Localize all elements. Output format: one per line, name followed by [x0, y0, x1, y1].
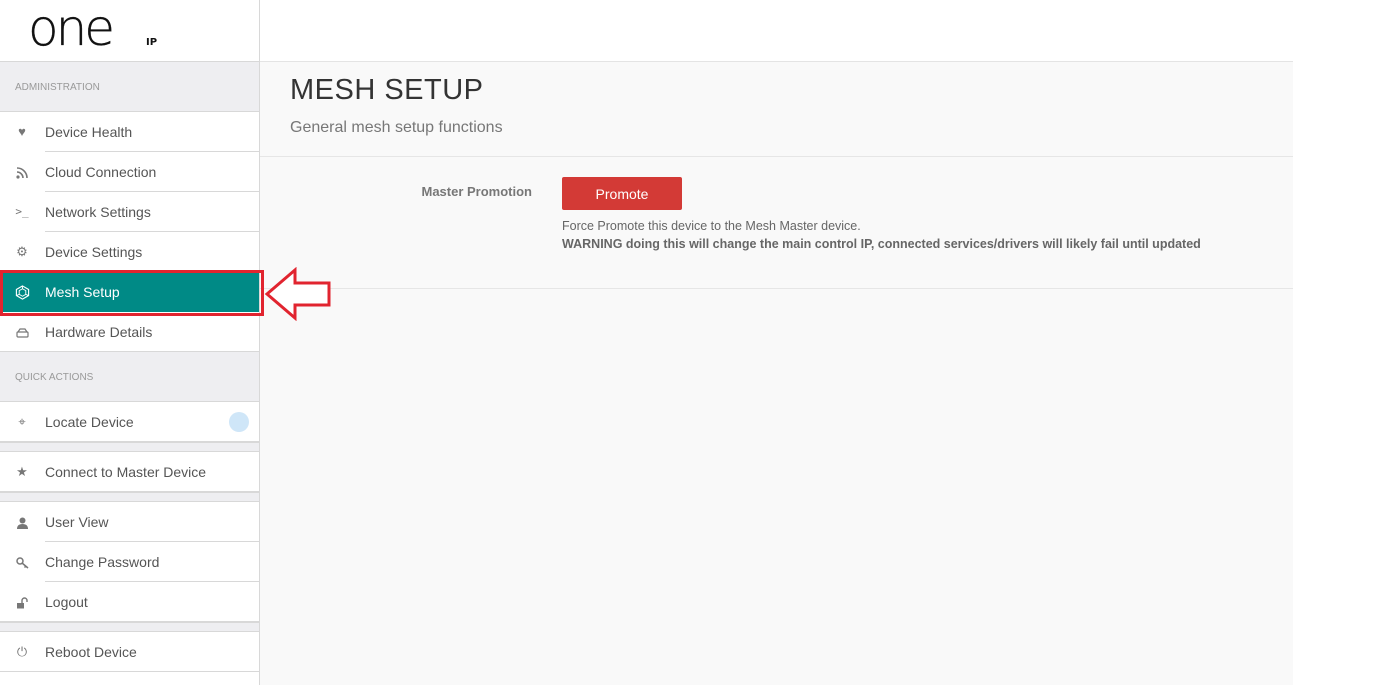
sidebar-gap: [0, 442, 259, 452]
page-title: MESH SETUP: [290, 74, 484, 106]
drive-icon: [13, 312, 31, 352]
sidebar-item-label: Mesh Setup: [45, 284, 120, 300]
gear-icon: ⚙: [16, 244, 28, 259]
sidebar-item-label: Cloud Connection: [45, 164, 157, 180]
top-bar: [260, 0, 1293, 62]
mesh-icon: [13, 272, 31, 312]
logo-sub-text: IP: [146, 37, 158, 48]
master-promotion-label: Master Promotion: [421, 184, 532, 199]
sidebar-item-label: Change Password: [45, 554, 160, 570]
sidebar-item-label: Logout: [45, 594, 88, 610]
promote-help-line: Force Promote this device to the Mesh Ma…: [562, 219, 861, 233]
sidebar-item-label: Device Settings: [45, 244, 143, 260]
sidebar-item-locate-device[interactable]: ⌖ Locate Device: [0, 402, 259, 442]
sidebar-item-label: Locate Device: [45, 414, 134, 430]
user-icon: [13, 502, 31, 542]
sidebar-item-change-password[interactable]: Change Password: [0, 542, 259, 582]
sidebar-item-label: Device Health: [45, 124, 133, 140]
key-icon: [13, 542, 31, 582]
sidebar-item-device-health[interactable]: ♥ Device Health: [0, 112, 259, 152]
sidebar-item-label: Network Settings: [45, 204, 151, 220]
sidebar-item-device-settings[interactable]: ⚙ Device Settings: [0, 232, 259, 272]
sidebar-item-hardware-details[interactable]: Hardware Details: [0, 312, 259, 352]
section-header-administration: ADMINISTRATION: [0, 62, 259, 112]
sidebar-item-reboot-device[interactable]: ⏻ Reboot Device: [0, 632, 259, 672]
sidebar: one IP ADMINISTRATION ♥ Device Health Cl…: [0, 0, 260, 685]
sidebar-item-label: Connect to Master Device: [45, 464, 207, 480]
locate-status-indicator: [229, 412, 249, 432]
page-subtitle: General mesh setup functions: [290, 119, 503, 136]
rss-icon: [13, 152, 31, 192]
terminal-icon: >_: [15, 205, 29, 218]
unlock-icon: [13, 582, 31, 622]
logo-text: one: [28, 0, 115, 57]
annotation-arrow-icon: [264, 267, 331, 321]
star-icon: ★: [16, 464, 28, 479]
sidebar-item-network-settings[interactable]: >_ Network Settings: [0, 192, 259, 232]
promote-button[interactable]: Promote: [562, 177, 682, 210]
sidebar-item-label: Reboot Device: [45, 644, 137, 660]
section-header-quick-actions: QUICK ACTIONS: [0, 352, 259, 402]
divider: [260, 288, 1293, 289]
sidebar-item-label: User View: [45, 514, 109, 530]
logo: one IP: [0, 0, 259, 62]
sidebar-item-label: Hardware Details: [45, 324, 153, 340]
sidebar-item-cloud-connection[interactable]: Cloud Connection: [0, 152, 259, 192]
sidebar-item-mesh-setup[interactable]: Mesh Setup: [0, 272, 259, 312]
sidebar-gap: [0, 492, 259, 502]
promote-help-text: Force Promote this device to the Mesh Ma…: [562, 217, 1201, 253]
heart-icon: ♥: [18, 124, 26, 139]
power-icon: ⏻: [16, 644, 28, 659]
main-content: MESH SETUP General mesh setup functions …: [260, 62, 1293, 685]
blank-area: [1293, 0, 1374, 685]
sidebar-item-connect-master[interactable]: ★ Connect to Master Device: [0, 452, 259, 492]
crosshair-icon: ⌖: [18, 414, 26, 429]
sidebar-item-logout[interactable]: Logout: [0, 582, 259, 622]
sidebar-item-user-view[interactable]: User View: [0, 502, 259, 542]
promote-warning-line: WARNING doing this will change the main …: [562, 237, 1201, 251]
sidebar-gap: [0, 622, 259, 632]
divider: [260, 156, 1293, 157]
